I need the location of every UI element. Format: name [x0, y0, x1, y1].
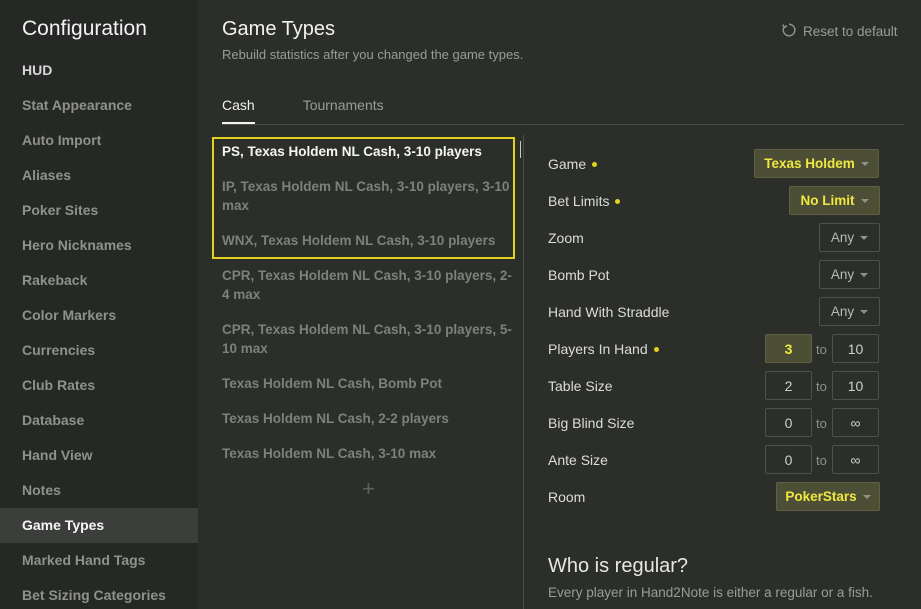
- to-label: to: [816, 379, 827, 394]
- page-title: Game Types: [222, 18, 336, 40]
- players-in-hand-to-input[interactable]: 10: [832, 334, 879, 363]
- ante-size-from-input[interactable]: 0: [765, 445, 812, 474]
- game-type-item[interactable]: Texas Holdem NL Cash, 3-10 max: [222, 444, 512, 463]
- page-subtitle: Rebuild statistics after you changed the…: [222, 47, 524, 62]
- players-in-hand-from-input[interactable]: 3: [765, 334, 812, 363]
- tab-cash[interactable]: Cash: [222, 97, 255, 124]
- chevron-down-icon: [860, 161, 869, 166]
- game-label-text: Game: [548, 156, 587, 172]
- straddle-dropdown[interactable]: Any: [819, 297, 880, 326]
- table-size-label-text: Table Size: [548, 378, 613, 394]
- regular-section-subtitle: Every player in Hand2Note is either a re…: [548, 585, 873, 600]
- game-type-item[interactable]: Texas Holdem NL Cash, 2-2 players: [222, 409, 512, 428]
- add-game-type-button[interactable]: +: [362, 476, 375, 502]
- game-dropdown[interactable]: Texas Holdem: [754, 149, 879, 178]
- sidebar-item-marked-hand-tags[interactable]: Marked Hand Tags: [0, 543, 198, 578]
- to-label: to: [816, 342, 827, 357]
- players-in-hand-label: Players In Hand: [548, 341, 659, 357]
- sidebar-item-aliases[interactable]: Aliases: [0, 158, 198, 193]
- game-type-item[interactable]: CPR, Texas Holdem NL Cash, 3-10 players,…: [222, 320, 512, 358]
- reset-label: Reset to default: [803, 24, 898, 39]
- big-blind-size-label-text: Big Blind Size: [548, 415, 635, 431]
- big-blind-size-label: Big Blind Size: [548, 415, 634, 431]
- bomb-pot-value: Any: [830, 267, 855, 282]
- chevron-down-icon: [860, 198, 869, 203]
- ante-size-label: Ante Size: [548, 452, 608, 468]
- zoom-dropdown[interactable]: Any: [819, 223, 880, 252]
- table-size-to-input[interactable]: 10: [832, 371, 879, 400]
- sidebar-item-poker-sites[interactable]: Poker Sites: [0, 193, 198, 228]
- sidebar: Configuration HUD Stat Appearance Auto I…: [0, 0, 198, 609]
- reset-icon: [781, 22, 797, 41]
- bomb-pot-dropdown[interactable]: Any: [819, 260, 880, 289]
- sidebar-item-game-types[interactable]: Game Types: [0, 508, 198, 543]
- players-in-hand-label-text: Players In Hand: [548, 341, 648, 357]
- room-label-text: Room: [548, 489, 586, 505]
- zoom-value: Any: [830, 230, 855, 245]
- zoom-label-text: Zoom: [548, 230, 584, 246]
- table-size-from-input[interactable]: 2: [765, 371, 812, 400]
- modified-dot: [592, 161, 598, 167]
- chevron-down-icon: [862, 494, 871, 499]
- to-label: to: [816, 416, 827, 431]
- bomb-pot-label-text: Bomb Pot: [548, 267, 610, 283]
- big-blind-size-from-input[interactable]: 0: [765, 408, 812, 437]
- chevron-down-icon: [860, 309, 869, 314]
- sidebar-item-club-rates[interactable]: Club Rates: [0, 368, 198, 403]
- sidebar-item-stat-appearance[interactable]: Stat Appearance: [0, 88, 198, 123]
- room-value: PokerStars: [785, 489, 857, 504]
- zoom-label: Zoom: [548, 230, 584, 246]
- tab-tournaments[interactable]: Tournaments: [303, 97, 384, 124]
- game-type-item[interactable]: CPR, Texas Holdem NL Cash, 3-10 players,…: [222, 266, 512, 304]
- sidebar-item-database[interactable]: Database: [0, 403, 198, 438]
- sidebar-item-rakeback[interactable]: Rakeback: [0, 263, 198, 298]
- straddle-label: Hand With Straddle: [548, 304, 669, 320]
- modified-dot: [615, 198, 621, 204]
- sidebar-item-notes[interactable]: Notes: [0, 473, 198, 508]
- game-type-item[interactable]: WNX, Texas Holdem NL Cash, 3-10 players: [222, 231, 512, 250]
- game-value: Texas Holdem: [764, 156, 855, 171]
- modified-dot: [653, 346, 659, 352]
- sidebar-item-auto-import[interactable]: Auto Import: [0, 123, 198, 158]
- game-label: Game: [548, 156, 598, 172]
- game-type-item[interactable]: IP, Texas Holdem NL Cash, 3-10 players, …: [222, 177, 512, 215]
- straddle-label-text: Hand With Straddle: [548, 304, 670, 320]
- bet-limits-label: Bet Limits: [548, 193, 621, 209]
- game-type-item[interactable]: PS, Texas Holdem NL Cash, 3-10 players: [222, 142, 512, 161]
- sidebar-item-hud[interactable]: HUD: [0, 53, 198, 88]
- to-label: to: [816, 453, 827, 468]
- bomb-pot-label: Bomb Pot: [548, 267, 609, 283]
- panel-divider: [523, 135, 524, 609]
- regular-section-title: Who is regular?: [548, 555, 689, 577]
- tab-bar: Cash Tournaments: [222, 97, 432, 124]
- straddle-value: Any: [830, 304, 855, 319]
- sidebar-item-hand-view[interactable]: Hand View: [0, 438, 198, 473]
- chevron-down-icon: [860, 272, 869, 277]
- sidebar-title: Configuration: [22, 17, 147, 40]
- game-type-item[interactable]: Texas Holdem NL Cash, Bomb Pot: [222, 374, 512, 393]
- bet-limits-dropdown[interactable]: No Limit: [789, 186, 880, 215]
- ante-size-to-input[interactable]: ∞: [832, 445, 879, 474]
- sidebar-item-color-markers[interactable]: Color Markers: [0, 298, 198, 333]
- sidebar-nav: HUD Stat Appearance Auto Import Aliases …: [0, 53, 198, 609]
- sidebar-item-hero-nicknames[interactable]: Hero Nicknames: [0, 228, 198, 263]
- bet-limits-value: No Limit: [800, 193, 855, 208]
- room-label: Room: [548, 489, 585, 505]
- sidebar-item-currencies[interactable]: Currencies: [0, 333, 198, 368]
- sidebar-item-bet-sizing-categories[interactable]: Bet Sizing Categories: [0, 578, 198, 609]
- text-cursor: [520, 141, 521, 158]
- big-blind-size-to-input[interactable]: ∞: [832, 408, 879, 437]
- reset-to-default-button[interactable]: Reset to default: [781, 22, 898, 41]
- bet-limits-label-text: Bet Limits: [548, 193, 610, 209]
- table-size-label: Table Size: [548, 378, 613, 394]
- ante-size-label-text: Ante Size: [548, 452, 608, 468]
- room-dropdown[interactable]: PokerStars: [776, 482, 880, 511]
- chevron-down-icon: [860, 235, 869, 240]
- tabs-divider: [222, 124, 904, 125]
